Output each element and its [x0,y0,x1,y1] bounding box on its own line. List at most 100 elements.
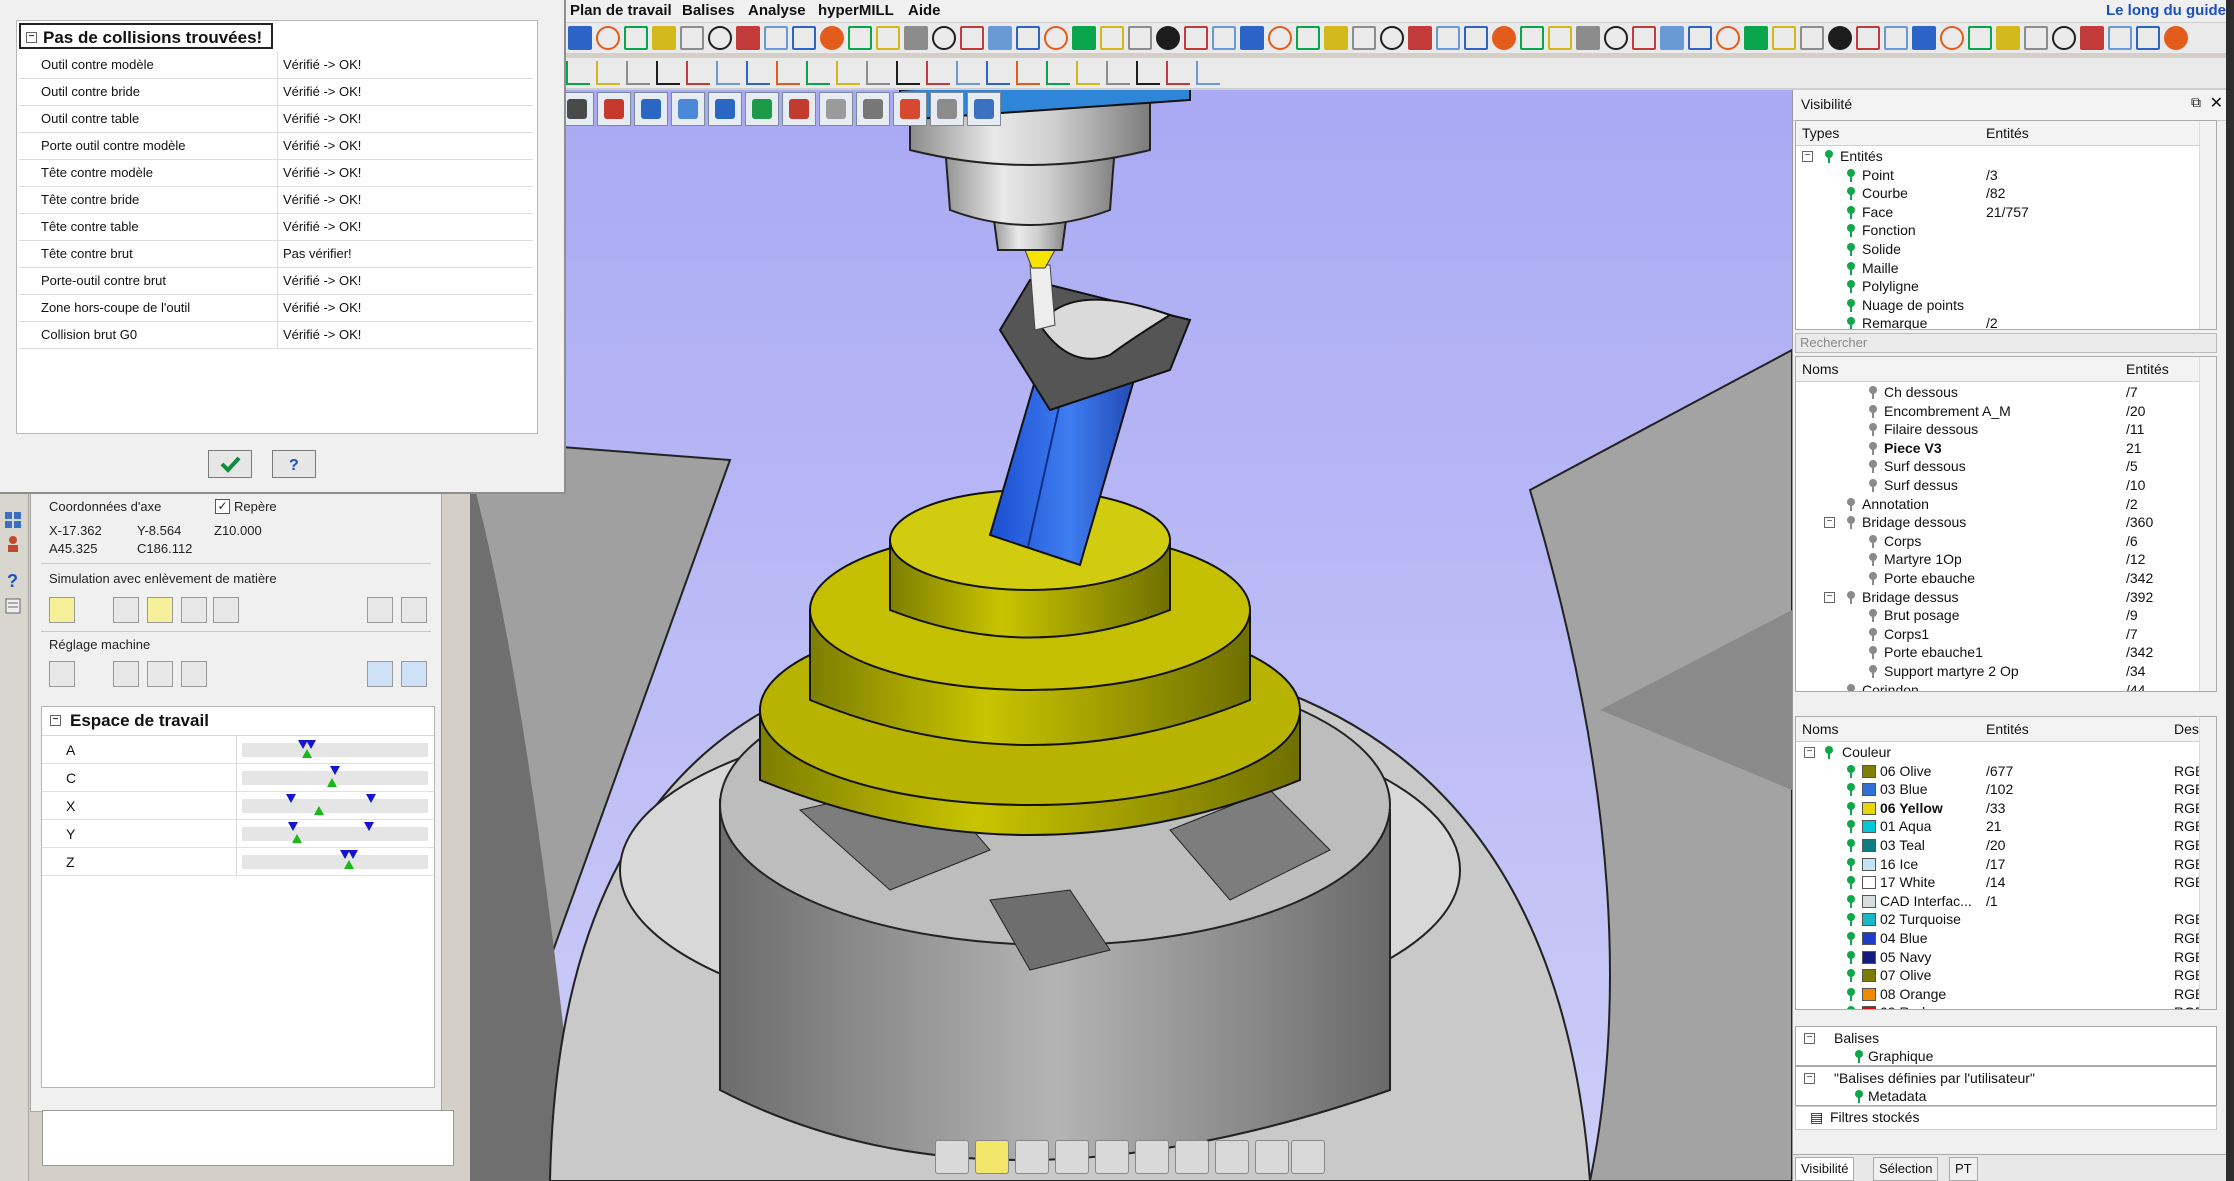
visibility-pin-icon[interactable] [1846,783,1856,797]
visibility-pin-icon[interactable] [1846,590,1856,604]
tree-row[interactable]: Martyre 1Op/12 [1796,550,2216,569]
visibility-pin-icon[interactable] [1846,187,1856,201]
visibility-pin-icon[interactable] [1868,646,1878,660]
toolbar-tool-icon[interactable] [848,26,872,50]
toolbar-tool-icon[interactable] [1100,26,1124,50]
toolbar-tool-icon[interactable] [568,26,592,50]
machine-view-button[interactable] [49,661,75,687]
toolbar-tool-icon[interactable] [1156,26,1180,50]
hypermill-tool-icon[interactable] [819,92,853,126]
visibility-pin-icon[interactable] [1868,627,1878,641]
visibility-pin-icon[interactable] [1846,969,1856,983]
toolbar-tool-icon[interactable] [1268,26,1292,50]
help-icon[interactable]: ? [3,570,23,590]
visibility-pin-icon[interactable] [1868,479,1878,492]
visibility-pin-icon[interactable] [1868,609,1878,623]
hypermill-tool-icon[interactable] [967,92,1001,126]
tree-row[interactable]: 16 Ice/17 RGB 2 [1796,855,2216,874]
machine-export-button[interactable] [367,661,393,687]
visibility-pin-icon[interactable] [1846,839,1856,852]
checkbox-box[interactable]: ✓ [215,499,230,514]
visibility-pin-icon[interactable] [1846,876,1856,890]
menu-aide[interactable]: Aide [908,2,941,19]
ok-button[interactable] [208,450,252,478]
light-button[interactable] [975,1140,1009,1174]
toolbar-tool-icon[interactable] [2136,26,2160,50]
visibility-pin-icon[interactable] [1846,205,1856,219]
tree-row[interactable]: − "Balises définies par l'utilisateur" [1796,1069,2216,1088]
machine-axis-button[interactable] [147,661,173,687]
toolbar-tool-icon[interactable] [1912,26,1936,50]
collision-row[interactable]: Porte outil contre modèle Vérifié -> OK! [19,133,533,160]
drawing-tool-icon[interactable] [596,61,620,85]
visibility-pin-icon[interactable] [1846,224,1856,238]
tree-row[interactable]: Filaire dessous/11 [1796,420,2216,439]
hypermill-tool-icon[interactable] [745,92,779,126]
visibility-pin-icon[interactable] [1846,1006,1856,1009]
tree-row[interactable]: 07 Olive RGB 1 [1796,966,2216,985]
simulate-button[interactable] [49,597,75,623]
col-names[interactable]: Noms [1802,721,1839,737]
drawing-tool-icon[interactable] [1136,61,1160,85]
drawing-tool-icon[interactable] [896,61,920,85]
toolbar-tool-icon[interactable] [1632,26,1656,50]
export-stock-button[interactable] [213,597,239,623]
toolbar-tool-icon[interactable] [2108,26,2132,50]
toolbar-tool-icon[interactable] [960,26,984,50]
tree-row[interactable]: Remarque/2 [1796,314,2216,329]
drawing-tool-icon[interactable] [1016,61,1040,85]
guide-link[interactable]: Le long du guide [2106,2,2226,19]
tree-row[interactable]: Corps/6 [1796,532,2216,551]
drawing-tool-icon[interactable] [926,61,950,85]
tab-pt[interactable]: PT [1949,1157,1978,1181]
drawing-tool-icon[interactable] [1166,61,1190,85]
collision-row[interactable]: Outil contre table Vérifié -> OK! [19,106,533,133]
vertical-scrollbar[interactable] [2199,357,2216,691]
toolbar-tool-icon[interactable] [1380,26,1404,50]
hypermill-tool-icon[interactable] [708,92,742,126]
tree-row[interactable]: Annotation/2 [1796,495,2216,514]
toolbar-tool-icon[interactable] [1548,26,1572,50]
pick-button[interactable] [1095,1140,1129,1174]
tree-row[interactable]: 17 White/14 RGB 2 [1796,873,2216,892]
visibility-pin-icon[interactable] [1846,932,1856,945]
visibility-pin-icon[interactable] [1824,746,1834,759]
toolbar-tool-icon[interactable] [1856,26,1880,50]
tree-row[interactable]: − Bridage dessus/392 [1796,588,2216,607]
zero-button[interactable] [1135,1140,1169,1174]
tree-row[interactable]: Polyligne [1796,277,2216,296]
tree-row[interactable]: Porte ebauche1/342 [1796,643,2216,662]
visibility-pin-icon[interactable] [1846,801,1856,815]
drawing-tool-icon[interactable] [656,61,680,85]
toolbar-tool-icon[interactable] [1800,26,1824,50]
toolbar-tool-icon[interactable] [1296,26,1320,50]
tree-row[interactable]: CAD Interfac... /1 [1796,892,2216,911]
toolbar-tool-icon[interactable] [1772,26,1796,50]
collision-row[interactable]: Tête contre bride Vérifié -> OK! [19,187,533,214]
visibility-pin-icon[interactable] [1854,1050,1864,1063]
list-icon[interactable] [3,596,23,616]
tree-row[interactable]: 04 Blue RGB 0 [1796,929,2216,948]
drawing-tool-icon[interactable] [746,61,770,85]
stock-button[interactable] [113,597,139,623]
drawing-tool-icon[interactable] [806,61,830,85]
toolbar-tool-icon[interactable] [1660,26,1684,50]
toolbar-tool-icon[interactable] [988,26,1012,50]
tree-row[interactable]: 03 Blue/102 RGB 7 [1796,780,2216,799]
toolbar-tool-icon[interactable] [1940,26,1964,50]
visibility-pin-icon[interactable] [1846,950,1856,964]
toolbar-tool-icon[interactable] [820,26,844,50]
visibility-pin-icon[interactable] [1868,665,1878,678]
toolbar-tool-icon[interactable] [1744,26,1768,50]
toolbar-tool-icon[interactable] [1128,26,1152,50]
visibility-pin-icon[interactable] [1846,764,1856,778]
tree-row[interactable]: Porte ebauche/342 [1796,569,2216,588]
collision-row[interactable]: Zone hors-coupe de l'outil Vérifié -> OK! [19,295,533,322]
tree-row[interactable]: 05 Navy RGB 0 [1796,948,2216,967]
pencil-button[interactable] [1255,1140,1289,1174]
hypermill-tool-icon[interactable] [671,92,705,126]
stock-paint-button[interactable] [1175,1140,1209,1174]
toolbar-tool-icon[interactable] [2080,26,2104,50]
collapse-icon[interactable]: − [50,715,61,726]
tree-row[interactable]: Face 21/757 [1796,203,2216,222]
